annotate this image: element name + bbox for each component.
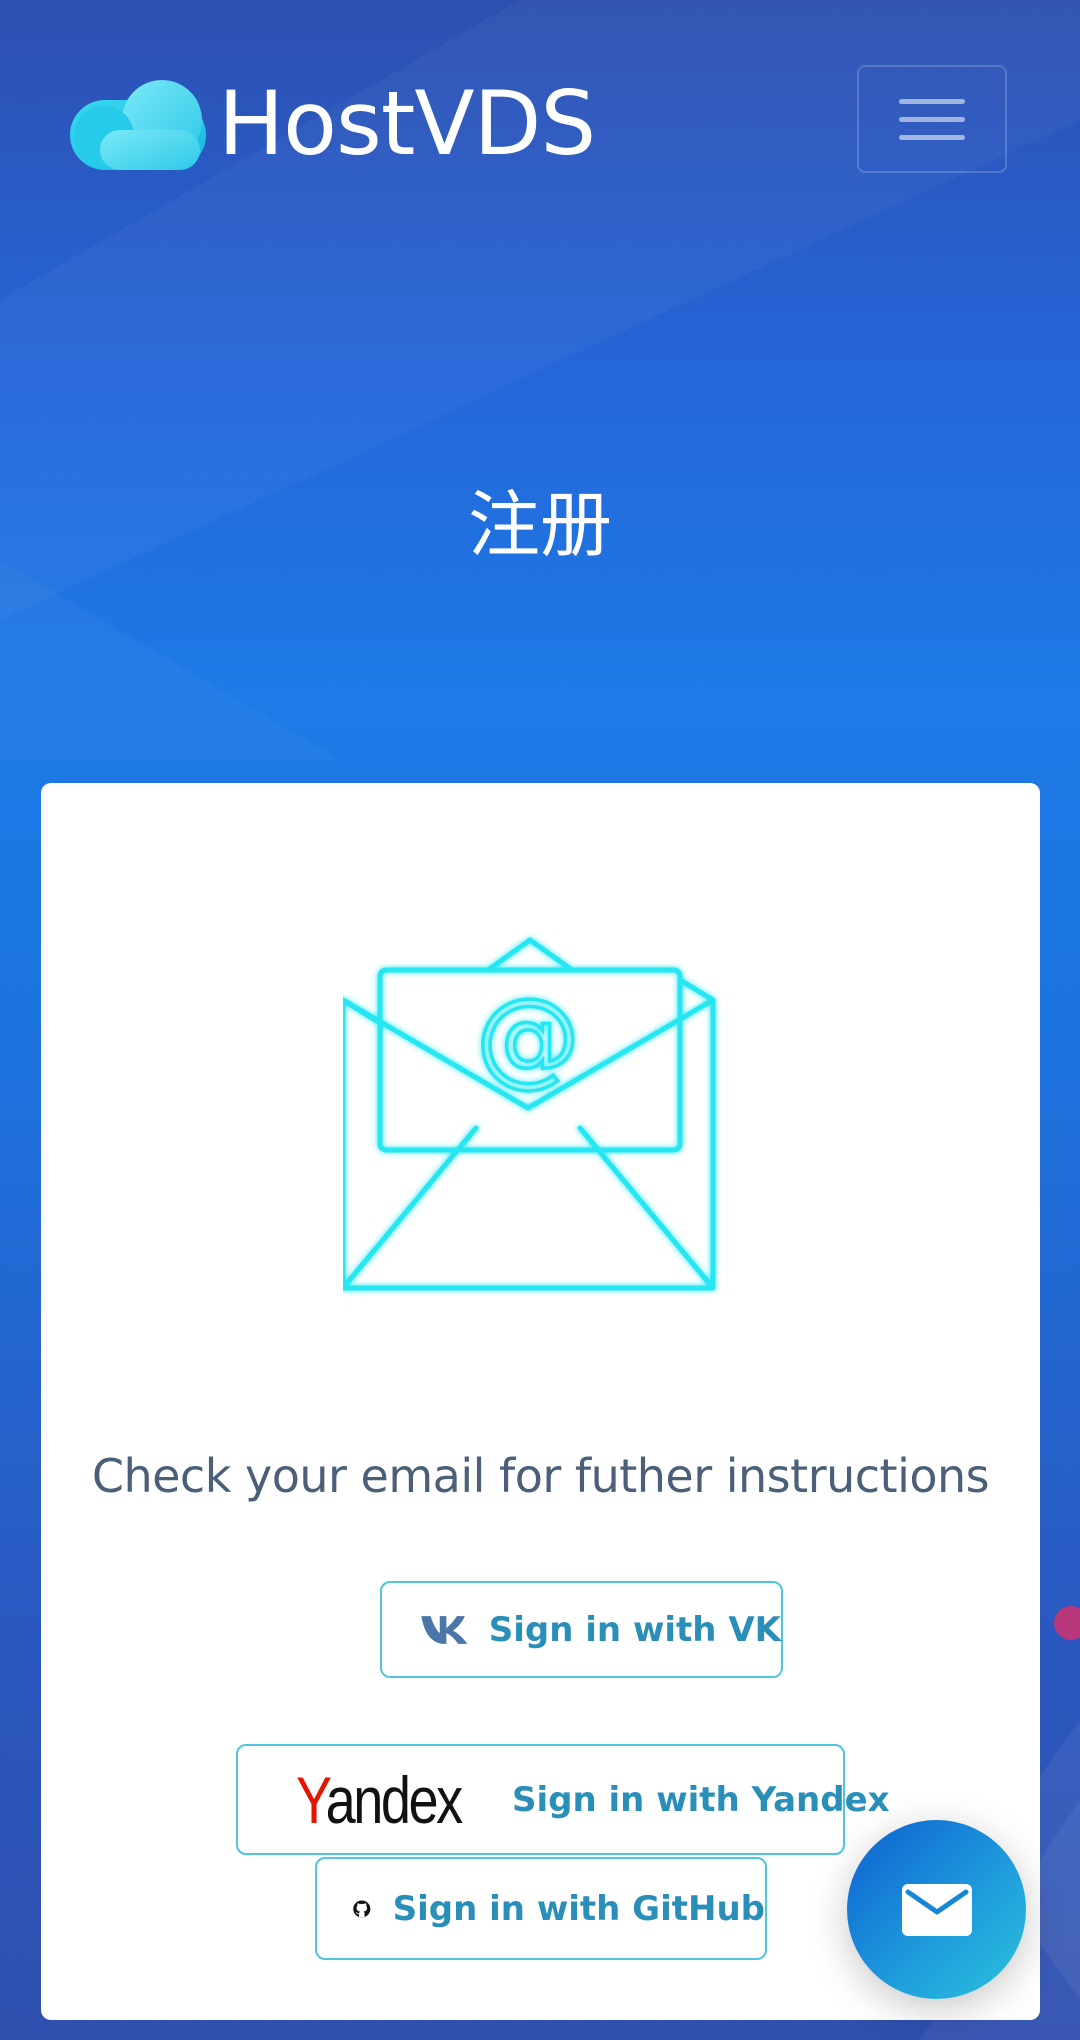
sign-in-vk-button[interactable]: Sign in with VK [380, 1581, 783, 1678]
sign-in-github-label: Sign in with GitHub [392, 1888, 765, 1929]
hamburger-menu-button[interactable] [857, 65, 1007, 173]
header: HostVDS [0, 0, 1080, 190]
sign-in-yandex-label: Sign in with Yandex [512, 1779, 890, 1820]
sign-in-yandex-button[interactable]: Yandex Sign in with Yandex [236, 1744, 890, 1855]
sign-in-github-button[interactable]: Sign in with GitHub [315, 1857, 767, 1960]
yandex-logo: Yandex [296, 1762, 463, 1838]
cloud-logo-icon [70, 80, 206, 170]
brand-name: HostVDS [218, 72, 596, 175]
hamburger-line [899, 116, 965, 122]
edge-decoration-dot [1054, 1606, 1080, 1640]
check-email-message: Check your email for futher instructions [91, 1449, 990, 1503]
open-envelope-email-icon: @ [343, 937, 716, 1291]
yandex-logo-y: Y [296, 1762, 328, 1837]
mail-icon [901, 1883, 972, 1936]
contact-mail-button[interactable] [847, 1820, 1026, 1999]
hamburger-line [899, 134, 965, 140]
hamburger-menu-icon [899, 98, 965, 104]
vk-icon [421, 1615, 468, 1644]
yandex-logo-rest: andex [325, 1762, 464, 1837]
github-icon [353, 1899, 371, 1918]
svg-text:@: @ [476, 976, 580, 1098]
page-title: 注册 [467, 483, 612, 567]
sign-in-vk-label: Sign in with VK [488, 1609, 781, 1650]
brand-logo[interactable]: HostVDS [70, 72, 596, 175]
